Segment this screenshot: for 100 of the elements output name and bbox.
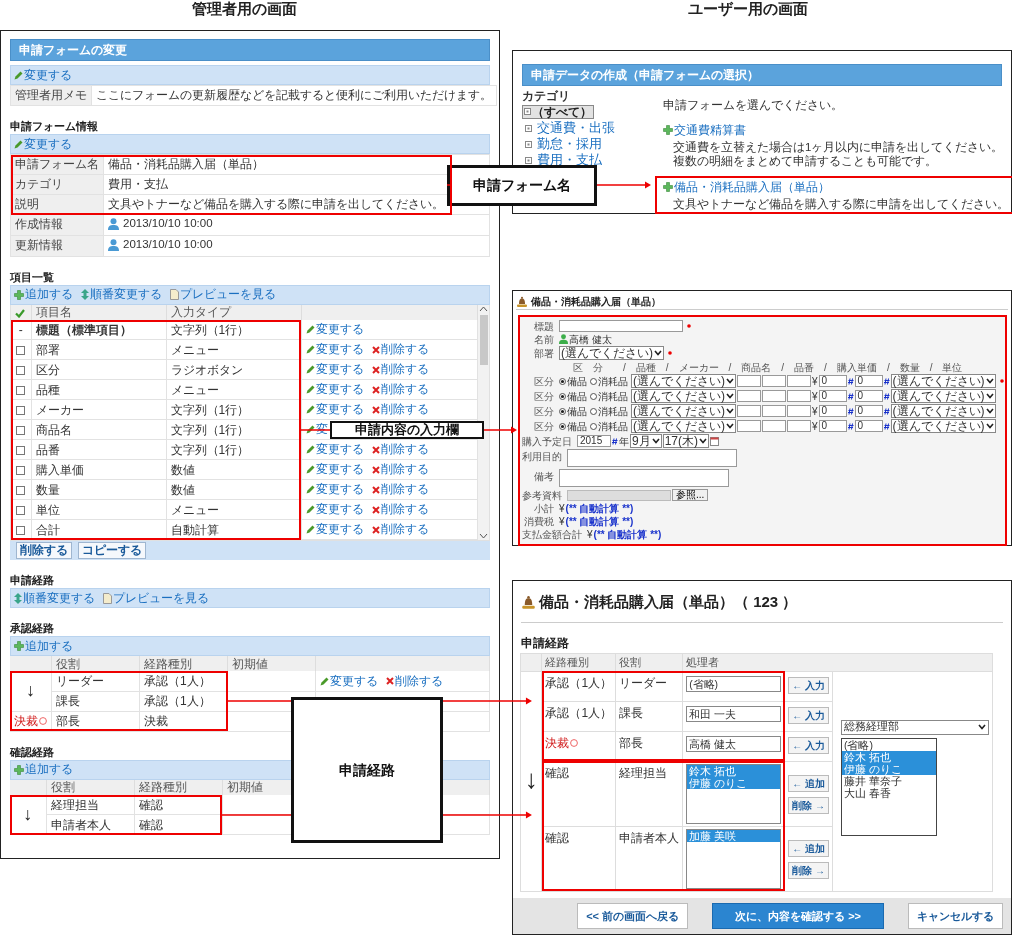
edit-link[interactable]: 変更する xyxy=(305,523,364,537)
text-field[interactable] xyxy=(737,420,761,432)
text-field[interactable] xyxy=(787,405,811,417)
text-field[interactable] xyxy=(762,375,786,387)
radio-button[interactable]: 備品 xyxy=(559,403,587,419)
text-field[interactable] xyxy=(762,390,786,402)
edit-link[interactable]: 変更する xyxy=(305,503,364,517)
scroll-thumb[interactable] xyxy=(479,314,488,365)
edit-link[interactable]: 変更する xyxy=(305,463,364,477)
delete-link[interactable]: 削除する xyxy=(371,403,429,417)
delete-link[interactable]: 削除する xyxy=(371,523,429,537)
list-box[interactable]: (省略) 鈴木 拓也 伊藤 のりこ 藤井 華奈子 大山 春香 xyxy=(841,737,937,836)
text-field[interactable]: 2015 xyxy=(577,435,611,447)
add-link[interactable]: 追加する xyxy=(14,639,73,653)
next-button[interactable]: 次に、内容を確認する >> xyxy=(712,902,884,930)
category-item[interactable]: （すべて） xyxy=(522,104,594,119)
transfer-button[interactable]: ← 入力 xyxy=(788,706,829,724)
add-link[interactable]: 交通費精算書 xyxy=(663,123,746,137)
radio-icon[interactable] xyxy=(559,392,566,400)
edit-link[interactable]: 変更する xyxy=(320,674,378,688)
list-option[interactable]: 鈴木 拓也 xyxy=(687,764,781,777)
list-option[interactable]: (省略) xyxy=(842,738,936,751)
delete-link[interactable]: 削除する xyxy=(371,363,429,377)
action-button[interactable]: コピーする xyxy=(78,542,146,560)
text-field[interactable]: 0 xyxy=(818,390,847,402)
list-option[interactable]: 加藤 美咲 xyxy=(687,829,781,842)
dropdown[interactable]: (選んでください) xyxy=(890,404,996,418)
text-field[interactable]: (省略) xyxy=(686,675,782,692)
edit-link[interactable]: 変更する xyxy=(305,343,364,357)
radio-button[interactable]: 消耗品 xyxy=(590,388,628,404)
transfer-button[interactable]: ← 入力 xyxy=(788,736,829,754)
checkbox[interactable] xyxy=(16,386,26,396)
edit-link[interactable]: 変更する xyxy=(14,137,72,151)
list-box[interactable]: 加藤 美咲 xyxy=(686,828,782,889)
action-button[interactable]: 削除する xyxy=(16,542,72,560)
add-link[interactable]: 追加する xyxy=(14,288,73,302)
text-field[interactable]: 0 xyxy=(818,375,847,387)
radio-button[interactable]: 備品 xyxy=(559,373,587,389)
delete-link[interactable]: 削除する xyxy=(371,463,429,477)
delete-link[interactable]: 削除する xyxy=(371,503,429,517)
radio-icon[interactable] xyxy=(590,407,597,415)
text-field[interactable] xyxy=(737,405,761,417)
text-field[interactable]: 0 xyxy=(818,405,847,417)
preview-link[interactable]: プレビューを見る xyxy=(170,288,276,302)
file-field[interactable] xyxy=(567,489,671,501)
text-field[interactable]: 0 xyxy=(854,390,883,402)
dropdown[interactable]: (選んでください) xyxy=(631,374,736,388)
category-item[interactable]: 交通費・出張 xyxy=(522,120,618,136)
add-link[interactable]: 備品・消耗品購入届（単品） xyxy=(663,180,830,194)
checkbox[interactable] xyxy=(16,526,26,536)
radio-button[interactable]: 消耗品 xyxy=(590,403,628,419)
radio-icon[interactable] xyxy=(590,422,597,430)
edit-link[interactable]: 変更する xyxy=(305,403,364,417)
dropdown[interactable]: (選んでください) xyxy=(890,374,996,388)
text-field[interactable]: 0 xyxy=(854,420,883,432)
delete-link[interactable]: 削除する xyxy=(386,674,443,688)
text-field[interactable] xyxy=(737,390,761,402)
browse-button[interactable]: 参照... xyxy=(672,489,709,501)
list-box[interactable]: 鈴木 拓也 伊藤 のりこ xyxy=(686,763,782,824)
back-button[interactable]: << 前の画面へ戻る xyxy=(577,902,689,930)
text-field[interactable]: 和田 一夫 xyxy=(686,705,782,722)
checkbox[interactable] xyxy=(16,406,26,416)
list-option[interactable]: 鈴木 拓也 xyxy=(842,750,936,763)
cancel-button[interactable]: キャンセルする xyxy=(908,902,1003,930)
delete-link[interactable]: 削除する xyxy=(371,383,429,397)
text-field[interactable] xyxy=(787,375,811,387)
transfer-button[interactable]: ← 追加 xyxy=(788,774,829,792)
dropdown[interactable]: (選んでください) xyxy=(631,404,736,418)
transfer-button[interactable]: ← 追加 xyxy=(788,839,829,857)
checkbox[interactable] xyxy=(16,466,26,476)
dropdown[interactable]: (選んでください) xyxy=(631,419,736,433)
radio-icon[interactable] xyxy=(559,407,566,415)
edit-link[interactable]: 変更する xyxy=(305,443,364,457)
checkbox[interactable] xyxy=(16,346,26,356)
radio-button[interactable]: 備品 xyxy=(559,418,587,434)
transfer-button[interactable]: 削除 → xyxy=(788,796,829,814)
text-field[interactable]: 0 xyxy=(854,405,883,417)
preview-link[interactable]: プレビューを見る xyxy=(103,591,209,605)
checkbox[interactable] xyxy=(16,366,26,376)
radio-icon[interactable] xyxy=(590,377,597,385)
dropdown[interactable]: (選んでください) xyxy=(559,346,664,360)
reorder-link[interactable]: 順番変更する xyxy=(81,288,162,302)
delete-link[interactable]: 削除する xyxy=(371,483,429,497)
text-field[interactable] xyxy=(787,390,811,402)
text-field[interactable] xyxy=(737,375,761,387)
text-field[interactable] xyxy=(559,320,683,332)
list-option[interactable]: 藤井 華奈子 xyxy=(842,774,936,787)
add-link[interactable]: 追加する xyxy=(14,763,73,777)
radio-button[interactable]: 備品 xyxy=(559,388,587,404)
list-option[interactable]: 大山 春香 xyxy=(842,786,936,799)
text-field[interactable] xyxy=(762,420,786,432)
radio-icon[interactable] xyxy=(590,392,597,400)
radio-icon[interactable] xyxy=(559,377,566,385)
dropdown[interactable]: 総務経理部 xyxy=(841,719,989,735)
dropdown[interactable]: 9月 xyxy=(630,434,662,448)
text-field[interactable]: 0 xyxy=(854,375,883,387)
reorder-link[interactable]: 順番変更する xyxy=(14,591,95,605)
text-field[interactable]: 高橋 健太 xyxy=(686,735,782,752)
radio-button[interactable]: 消耗品 xyxy=(590,373,628,389)
radio-icon[interactable] xyxy=(559,422,566,430)
